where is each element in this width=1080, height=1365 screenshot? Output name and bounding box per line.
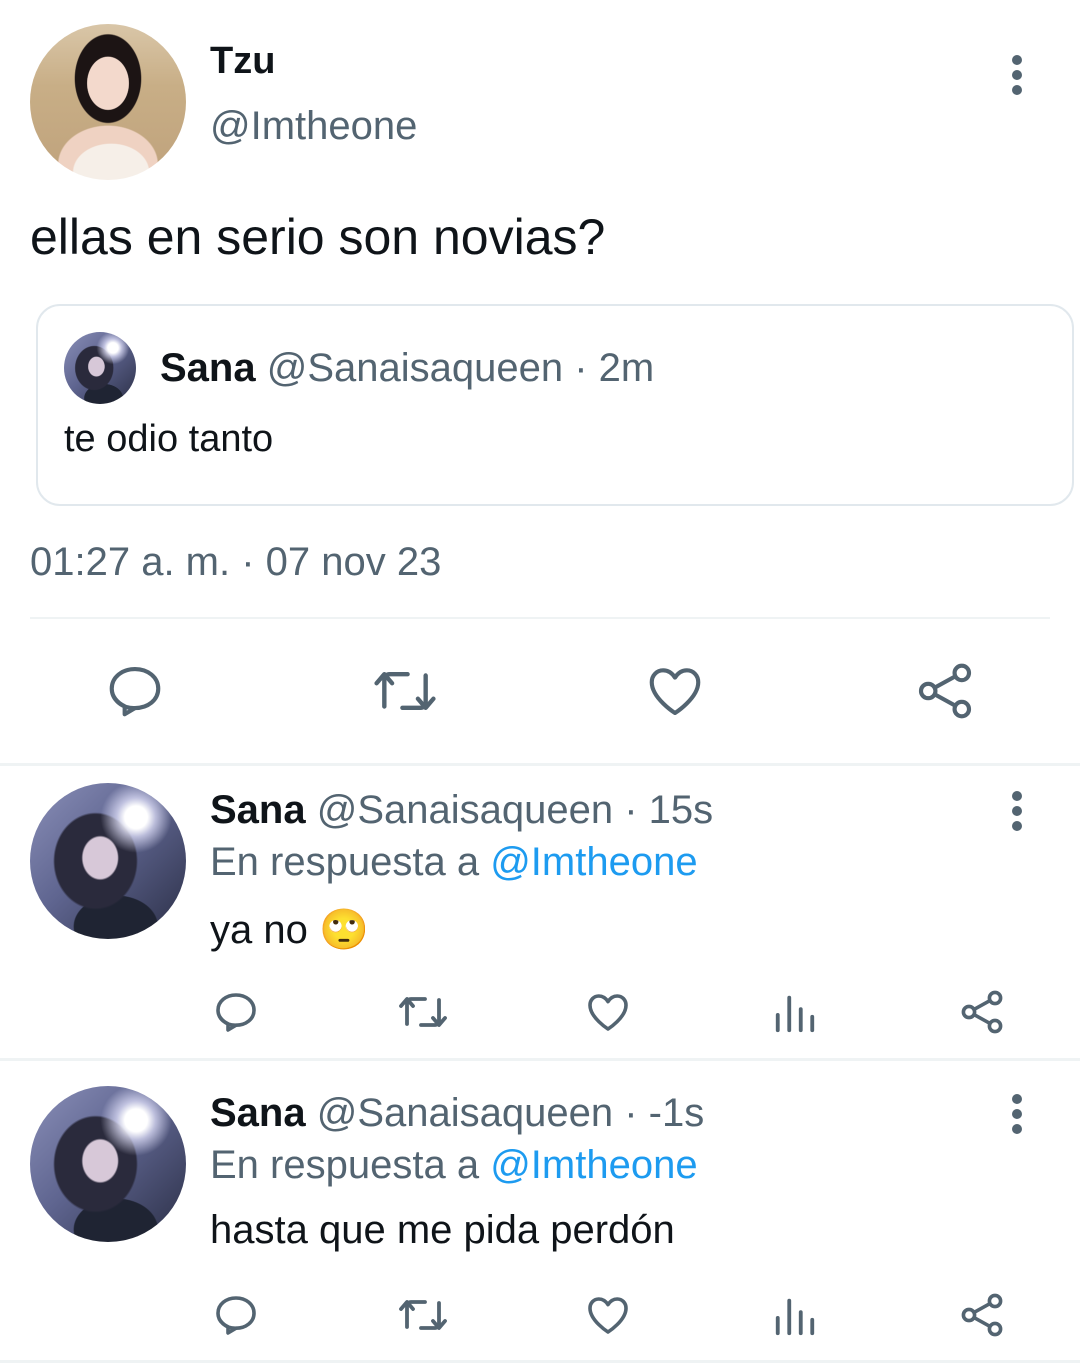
heart-icon[interactable] (584, 988, 632, 1036)
heart-icon[interactable] (584, 1291, 632, 1339)
reply-to-link[interactable]: @Imtheone (490, 1143, 697, 1187)
section-divider (0, 763, 1080, 766)
reply-header: Sana @Sanaisaqueen · -1s (210, 1091, 704, 1136)
section-divider (0, 1058, 1080, 1061)
eye-roll-emoji-icon: 🙄 (318, 908, 369, 952)
reply-bubble-icon[interactable] (104, 660, 166, 722)
tweet-text: ellas en serio son novias? (30, 209, 606, 265)
views-chart-icon[interactable] (772, 990, 818, 1036)
avatar[interactable] (30, 24, 186, 180)
section-divider (0, 1360, 1080, 1363)
author-handle[interactable]: @Sanaisaqueen (317, 1091, 613, 1135)
reply-header: Sana @Sanaisaqueen · 15s (210, 788, 713, 833)
retweet-icon[interactable] (396, 1291, 450, 1339)
avatar[interactable] (30, 1086, 186, 1242)
retweet-icon[interactable] (370, 660, 440, 722)
reply-bubble-icon[interactable] (212, 988, 260, 1036)
author-name[interactable]: Tzu (210, 40, 275, 83)
reply-context: En respuesta a @Imtheone (210, 840, 698, 885)
more-vertical-icon[interactable] (1000, 54, 1034, 98)
views-chart-icon[interactable] (772, 1293, 818, 1339)
divider (30, 617, 1050, 619)
author-name[interactable]: Sana (210, 788, 306, 832)
reply-text: hasta que me pida perdón (210, 1208, 675, 1252)
more-vertical-icon[interactable] (1000, 790, 1034, 834)
reply-prefix: En respuesta a (210, 840, 480, 884)
quoted-tweet[interactable]: Sana @Sanaisaqueen · 2m te odio tanto (36, 304, 1074, 506)
share-icon[interactable] (958, 1291, 1006, 1339)
reply-text-line: ya no 🙄 (210, 906, 369, 953)
reply-time: · -1s (624, 1091, 705, 1135)
author-handle[interactable]: @Imtheone (210, 104, 417, 149)
avatar[interactable] (30, 783, 186, 939)
timestamp[interactable]: 01:27 a. m. · 07 nov 23 (30, 540, 441, 585)
reply-context: En respuesta a @Imtheone (210, 1143, 698, 1188)
quoted-author-name: Sana (160, 346, 256, 390)
heart-icon[interactable] (644, 660, 706, 722)
more-vertical-icon[interactable] (1000, 1093, 1034, 1137)
quoted-header: Sana @Sanaisaqueen · 2m (160, 346, 654, 391)
reply-prefix: En respuesta a (210, 1143, 480, 1187)
quoted-avatar[interactable] (64, 332, 136, 404)
quoted-time: · 2m (574, 346, 655, 390)
quoted-text: te odio tanto (64, 418, 274, 460)
reply-bubble-icon[interactable] (212, 1291, 260, 1339)
reply-to-link[interactable]: @Imtheone (490, 840, 697, 884)
quoted-author-handle: @Sanaisaqueen (266, 346, 564, 390)
author-name[interactable]: Sana (210, 1091, 306, 1135)
retweet-icon[interactable] (396, 988, 450, 1036)
reply-text: ya no (210, 908, 308, 952)
share-icon[interactable] (958, 988, 1006, 1036)
reply-time: · 15s (624, 788, 714, 832)
share-icon[interactable] (914, 660, 976, 722)
author-handle[interactable]: @Sanaisaqueen (317, 788, 613, 832)
